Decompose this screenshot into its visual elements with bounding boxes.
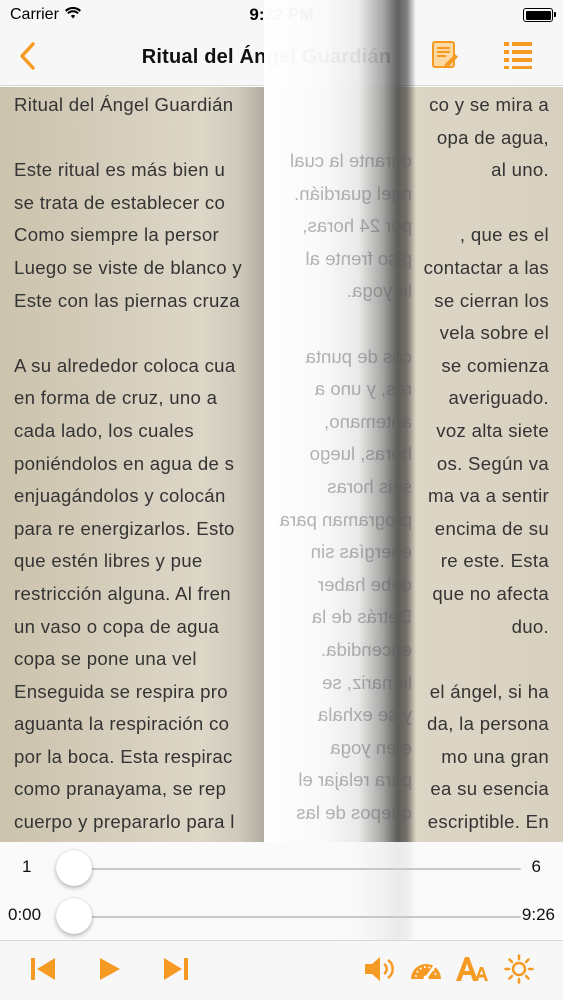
- mirror_lines-line: la nariz, se: [322, 671, 412, 693]
- right_lines-line: opa de agua,: [436, 126, 549, 148]
- mirror_lines-line: por 24 horas,: [302, 215, 412, 237]
- carrier-label: Carrier: [10, 6, 59, 23]
- status-left: Carrier: [10, 6, 81, 24]
- audio-slider[interactable]: [56, 898, 521, 934]
- right_lines-line: el ángel, si ha: [429, 680, 549, 702]
- mirror_lines-line: y se exhala: [317, 704, 412, 726]
- audio-slider-row: 0:00 9:26: [0, 892, 563, 938]
- mirror_lines-line: ras, y uno a: [314, 378, 412, 400]
- right_lines-line: ma va a sentir: [428, 485, 549, 507]
- right_lines-line: se comienza: [441, 354, 549, 376]
- audio-slider-thumb[interactable]: [56, 898, 92, 934]
- right_lines-line: averiguado.: [448, 387, 549, 409]
- page-text-right: co y se mira a opa de agua, al uno. , que e…: [424, 89, 549, 842]
- page-max-label: 6: [531, 857, 541, 876]
- right_lines-line: voz alta siete: [436, 419, 549, 441]
- skip-back-icon: [29, 956, 57, 987]
- right_lines-line: que no afecta: [432, 582, 549, 604]
- page-curl-shadow: [200, 87, 264, 842]
- mirror_lines-line: antemano,: [324, 410, 412, 432]
- edit-notes-button[interactable]: [428, 40, 462, 74]
- mirror_lines-line: la yoga.: [346, 280, 412, 302]
- mirror_lines-line: energías sin: [310, 541, 412, 563]
- mirror_lines-line: debe haber: [317, 573, 412, 595]
- right_lines-line: contactar a las: [423, 256, 549, 278]
- right_lines-line: ea su esencia: [430, 778, 549, 800]
- right_lines-line: se cierran los: [434, 289, 549, 311]
- audio-current-time: 0:00: [8, 905, 42, 924]
- right_lines-line: , que es el: [459, 224, 549, 246]
- mirror_lines-line: piso frente al: [305, 247, 412, 269]
- skip-forward-icon: [162, 956, 190, 987]
- right_lines-line: duo.: [511, 615, 549, 637]
- mirror_lines-line: e en yoga: [330, 736, 412, 758]
- play-icon: [97, 956, 123, 987]
- font-size-icon: [455, 955, 489, 988]
- table-of-contents-button[interactable]: [501, 40, 535, 74]
- audio-total-time: 9:26: [521, 905, 555, 924]
- battery-icon: [523, 8, 556, 22]
- previous-button[interactable]: [23, 951, 63, 991]
- page-slider-row: 1 6: [0, 844, 563, 890]
- right_lines-line: mo una gran: [441, 745, 549, 767]
- player-toolbar: [0, 940, 563, 1000]
- mirror_lines-line: quepos de las: [296, 801, 412, 823]
- next-button[interactable]: [156, 951, 196, 991]
- volume-icon: [363, 955, 397, 988]
- right_lines-line: [424, 187, 549, 220]
- brightness-button[interactable]: [499, 951, 539, 991]
- notes-edit-icon: [430, 40, 460, 75]
- right_lines-line: da, la persona: [426, 713, 549, 735]
- page-curl-mirror-text: durante la cual ngel guardián. por 24 hora…: [272, 145, 412, 829]
- right_lines-line: encima de su: [434, 517, 549, 539]
- playback-speed-button[interactable]: [406, 951, 446, 991]
- mirror_lines-line: [272, 308, 412, 341]
- speedometer-icon: [409, 955, 443, 988]
- mirror_lines-line: Detrás de la: [311, 606, 412, 628]
- volume-button[interactable]: [360, 951, 400, 991]
- right_lines-line: escriptible. En: [427, 811, 549, 833]
- wifi-icon: [64, 6, 81, 24]
- right_lines-line: vela sobre el: [439, 322, 549, 344]
- mirror_lines-line: programan para: [279, 508, 412, 530]
- page-slider-thumb[interactable]: [56, 850, 92, 886]
- brightness-icon: [504, 953, 534, 989]
- mirror_lines-line: encendida.: [321, 638, 412, 660]
- page-min-label: 1: [22, 857, 32, 876]
- mirror_lines-line: cos de punta: [305, 345, 412, 367]
- font-size-button[interactable]: [452, 951, 492, 991]
- page-slider[interactable]: [56, 850, 521, 886]
- right_lines-line: co y se mira a: [429, 94, 549, 115]
- right_lines-line: [424, 643, 549, 676]
- right_lines-line: os. Según va: [436, 452, 549, 474]
- mirror_lines-line: horas, luego: [309, 443, 412, 465]
- mirror_lines-line: seis horas: [327, 475, 412, 497]
- right_lines-line: al uno.: [491, 159, 549, 181]
- mirror_lines-line: ngel guardián.: [294, 182, 412, 204]
- right_lines-line: re este. Esta: [440, 550, 549, 572]
- mirror_lines-line: para relajar el: [298, 769, 412, 791]
- slider-panel: 1 6 0:00 9:26: [0, 842, 563, 940]
- list-icon: [502, 40, 534, 75]
- mirror_lines-line: durante la cual: [290, 150, 412, 171]
- play-button[interactable]: [90, 951, 130, 991]
